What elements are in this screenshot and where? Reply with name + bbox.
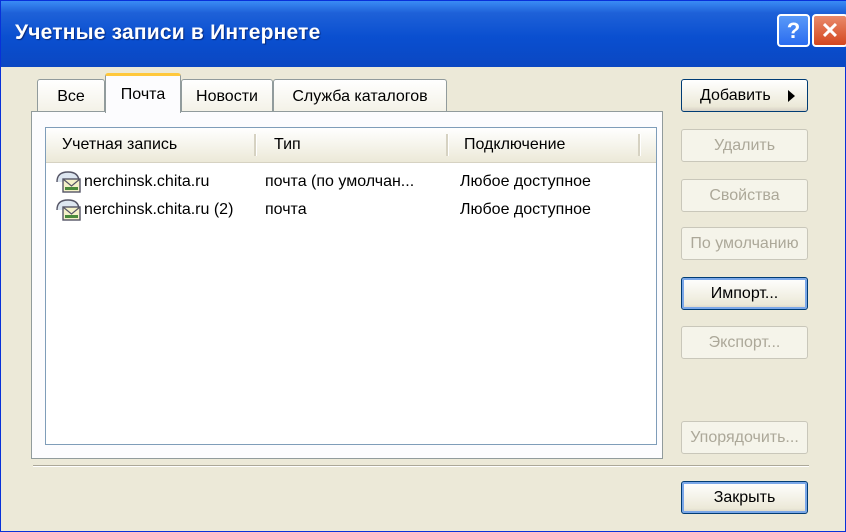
column-divider[interactable]: [254, 134, 257, 156]
tab-news[interactable]: Новости: [181, 79, 273, 113]
account-type: почта (по умолчан...: [265, 173, 415, 190]
tab-label: Новости: [196, 87, 258, 105]
import-button[interactable]: Импорт...: [681, 277, 808, 310]
tab-all[interactable]: Все: [37, 79, 105, 113]
separator-line: [33, 465, 809, 467]
order-button-label: Упорядочить...: [690, 428, 799, 446]
arrow-right-icon: [788, 90, 795, 102]
set-default-button-label: По умолчанию: [690, 234, 799, 252]
column-label: Тип: [274, 136, 301, 153]
column-label: Подключение: [464, 136, 566, 153]
order-button[interactable]: Упорядочить...: [681, 421, 808, 454]
account-connection: Любое доступное: [460, 173, 591, 190]
remove-button[interactable]: Удалить: [681, 129, 808, 162]
close-button[interactable]: Закрыть: [681, 481, 808, 514]
close-button-label: Закрыть: [713, 488, 776, 506]
table-row[interactable]: nerchinsk.chita.ru (2) почта Любое досту…: [46, 196, 656, 224]
list-header: Учетная запись Тип Подключение: [46, 128, 656, 163]
import-button-label: Импорт...: [710, 284, 779, 302]
title-bar[interactable]: Учетные записи в Интернете ? ✕: [1, 1, 846, 67]
account-connection: Любое доступное: [460, 201, 591, 218]
tab-mail[interactable]: Почта: [105, 73, 181, 113]
tab-directory-service[interactable]: Служба каталогов: [273, 79, 447, 113]
column-header-account[interactable]: Учетная запись: [46, 128, 256, 162]
set-default-button[interactable]: По умолчанию: [681, 227, 808, 260]
internet-accounts-dialog: Учетные записи в Интернете ? ✕ Все Почта…: [0, 0, 846, 532]
mail-account-icon: [56, 199, 81, 221]
account-name: nerchinsk.chita.ru: [84, 173, 210, 190]
column-divider[interactable]: [638, 134, 641, 156]
column-header-type[interactable]: Тип: [258, 128, 454, 162]
close-icon: ✕: [820, 17, 840, 43]
table-row[interactable]: nerchinsk.chita.ru почта (по умолчан... …: [46, 168, 656, 196]
tab-label: Служба каталогов: [292, 87, 428, 105]
export-button[interactable]: Экспорт...: [681, 326, 808, 359]
accounts-list[interactable]: Учетная запись Тип Подключение nerchinsk…: [45, 127, 657, 445]
properties-button[interactable]: Свойства: [681, 179, 808, 212]
properties-button-label: Свойства: [709, 186, 780, 204]
column-header-connection[interactable]: Подключение: [448, 128, 638, 162]
export-button-label: Экспорт...: [708, 333, 781, 351]
account-name: nerchinsk.chita.ru (2): [84, 201, 234, 218]
close-window-button[interactable]: ✕: [812, 14, 846, 47]
help-icon: ?: [786, 17, 801, 43]
remove-button-label: Удалить: [713, 136, 776, 154]
add-button[interactable]: Добавить: [681, 79, 808, 112]
tab-label: Все: [57, 87, 85, 105]
help-button[interactable]: ?: [777, 14, 810, 47]
account-type: почта: [265, 201, 307, 218]
column-label: Учетная запись: [62, 136, 178, 153]
add-button-label: Добавить: [700, 86, 771, 104]
tab-label: Почта: [120, 85, 166, 103]
window-title: Учетные записи в Интернете: [15, 21, 321, 44]
mail-account-icon: [56, 171, 81, 193]
